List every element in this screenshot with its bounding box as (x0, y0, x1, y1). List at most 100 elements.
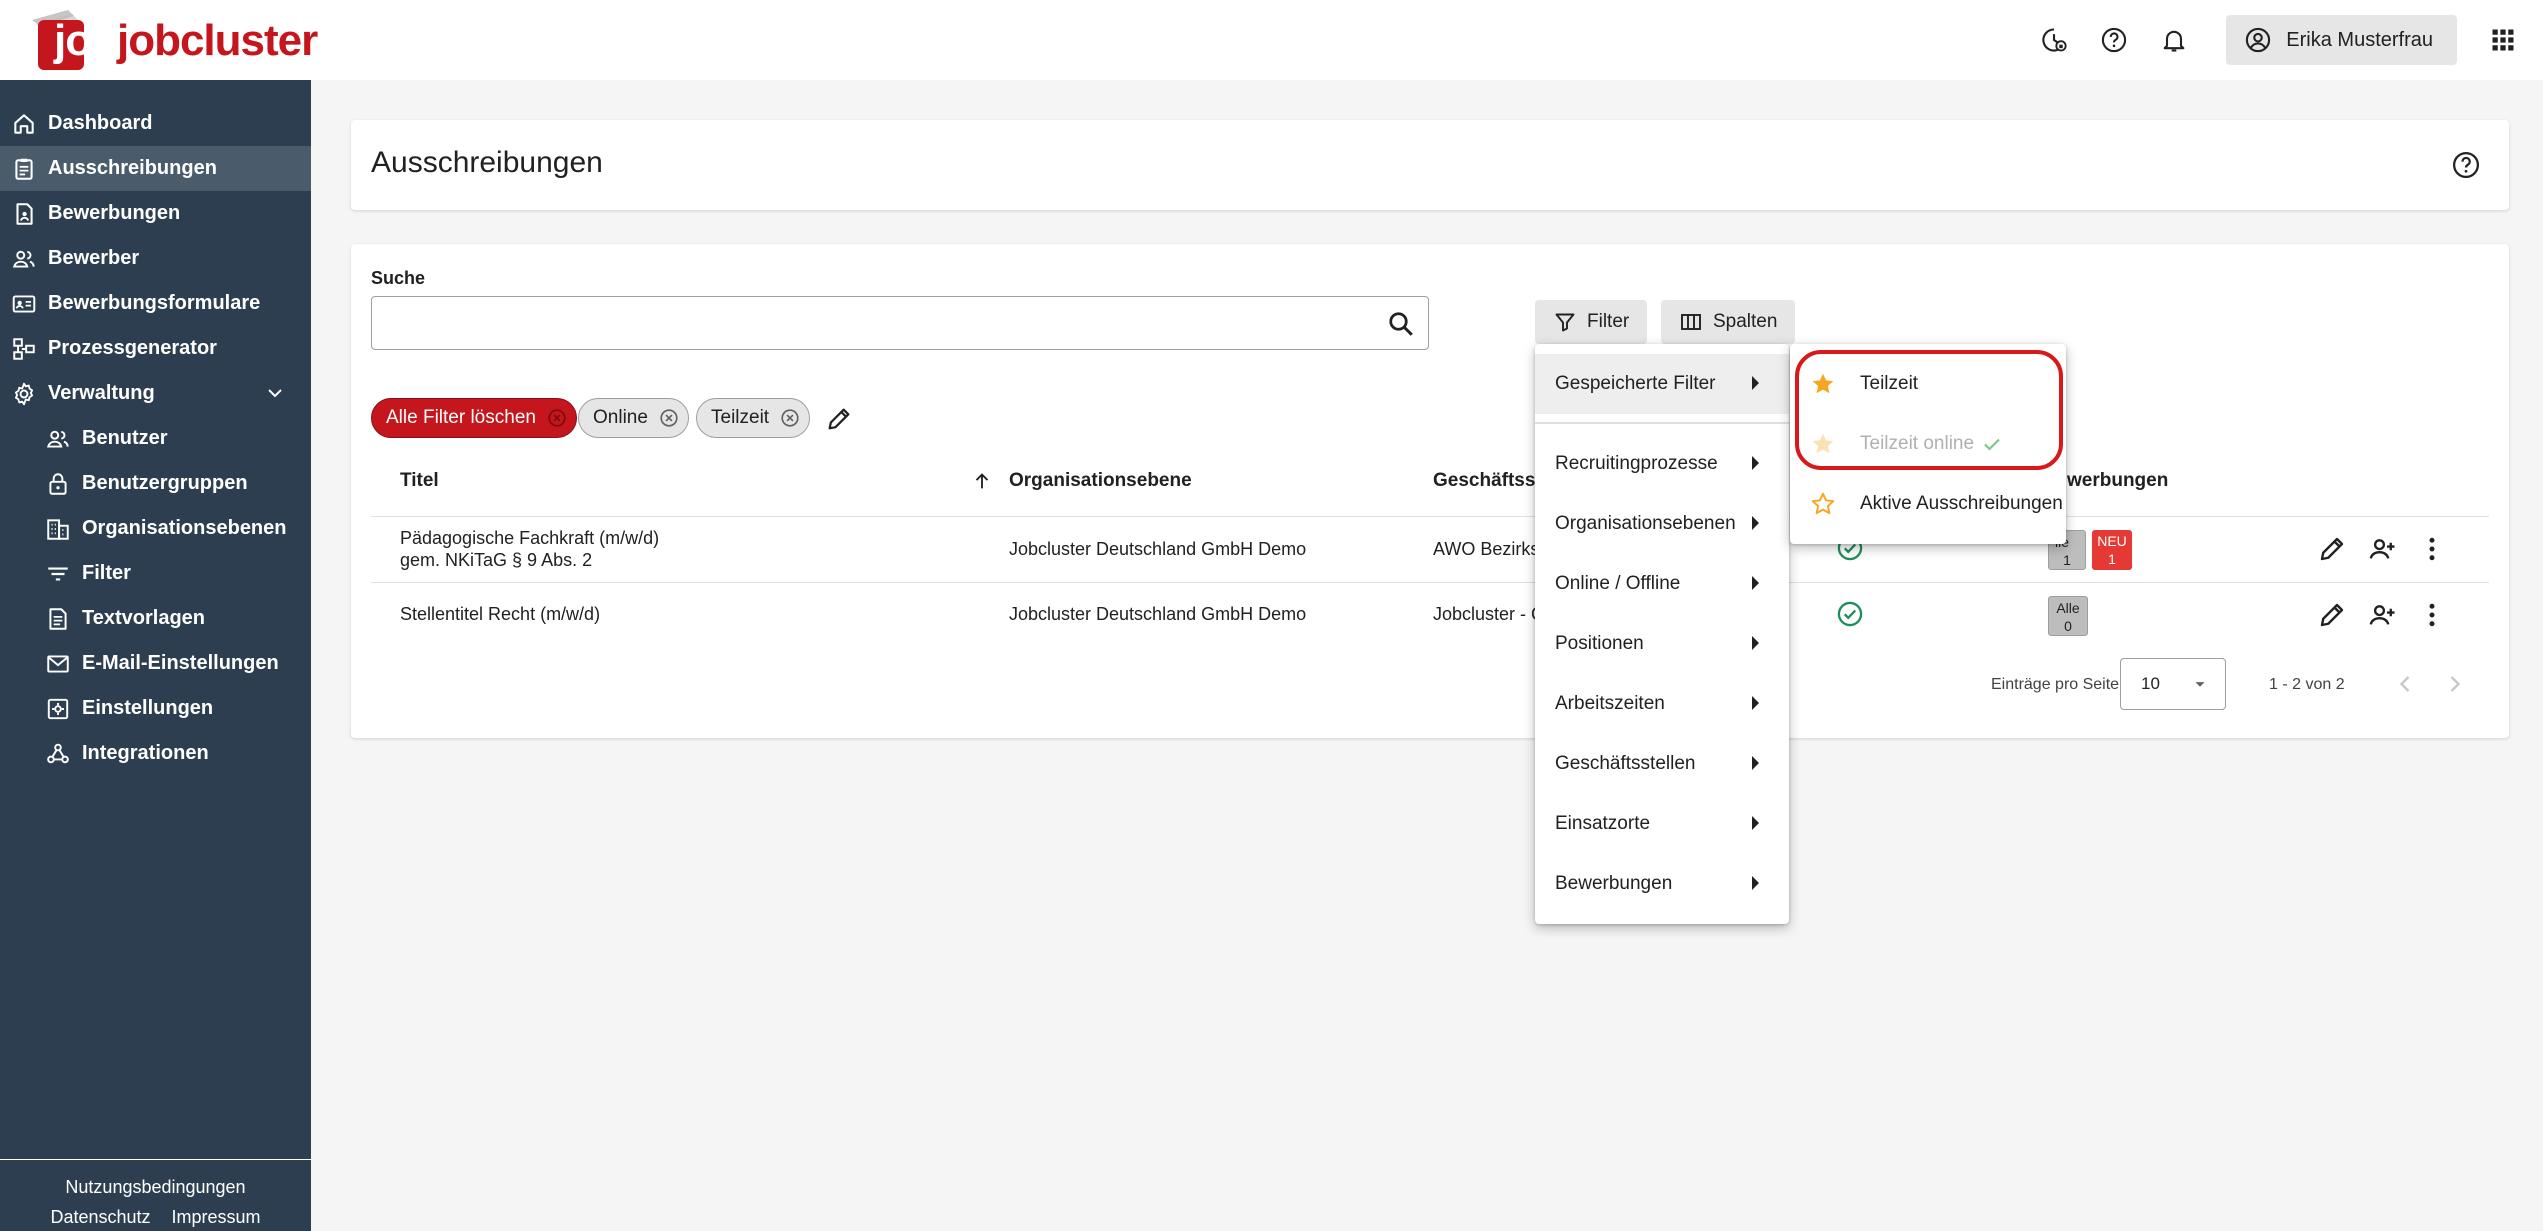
filter-chip-online[interactable]: Online (578, 398, 689, 438)
logo-job-text: job (54, 16, 118, 65)
sidebar-item-verwaltung[interactable]: Verwaltung (0, 371, 311, 416)
sidebar-item-bewerbungsformulare[interactable]: Bewerbungsformulare (0, 281, 311, 326)
column-header-org[interactable]: Organisationsebene (1009, 470, 1192, 492)
search-input[interactable] (372, 297, 1352, 347)
sidebar-item-label: Bewerbungsformulare (48, 292, 261, 314)
filter-chip-teilzeit[interactable]: Teilzeit (696, 398, 811, 438)
sidebar-item-label: Verwaltung (48, 382, 155, 404)
close-circle-icon[interactable] (546, 407, 568, 429)
divider (371, 516, 2489, 517)
saved-filter-aktive-ausschreibungen[interactable]: Aktive Ausschreibungen (1790, 474, 2066, 534)
column-header-title[interactable]: Titel (400, 470, 439, 492)
submenu-arrow-icon (1752, 516, 1759, 530)
chip-label: Online (593, 407, 648, 428)
sidebar-item-dashboard[interactable]: Dashboard (0, 101, 311, 146)
menu-item-recruitingprozesse[interactable]: Recruitingprozesse (1535, 434, 1789, 494)
users-icon (44, 425, 72, 453)
menu-item-bewerbungen[interactable]: Bewerbungen (1535, 854, 1789, 914)
job-title-line2: gem. NKiTaG § 9 Abs. 2 (400, 550, 593, 570)
filter-button[interactable]: Filter (1535, 300, 1648, 344)
submenu-arrow-icon (1752, 876, 1759, 890)
terms-link[interactable]: Nutzungsbedingungen (65, 1177, 245, 1197)
menu-item-geschaeftsstellen[interactable]: Geschäftsstellen (1535, 734, 1789, 794)
saved-filters-menu: Teilzeit Teilzeit online Aktive Ausschre… (1790, 344, 2066, 544)
imprint-link[interactable]: Impressum (172, 1207, 261, 1227)
top-bar: job jobcluster Erika Musterfrau (0, 0, 2543, 80)
user-menu-button[interactable]: Erika Musterfrau (2226, 15, 2457, 65)
applications-new-badge[interactable]: NEU 1 (2092, 530, 2132, 570)
pagination-range: 1 - 2 von 2 (2269, 676, 2345, 693)
pencil-icon[interactable] (825, 405, 853, 433)
filter-button-label: Filter (1587, 311, 1630, 332)
search-field (371, 296, 1429, 350)
sidebar-item-label: Prozessgenerator (48, 337, 217, 359)
applications-all-badge[interactable]: Alle 0 (2048, 596, 2088, 636)
sidebar-item-filter[interactable]: Filter (0, 551, 311, 596)
sidebar-item-benutzergruppen[interactable]: Benutzergruppen (0, 461, 311, 506)
menu-item-organisationsebenen[interactable]: Organisationsebenen (1535, 494, 1789, 554)
logo-wordmark: job jobcluster (54, 16, 318, 66)
close-circle-icon[interactable] (779, 407, 801, 429)
sidebar-item-benutzer[interactable]: Benutzer (0, 416, 311, 461)
home-icon (10, 110, 38, 138)
job-org: Jobcluster Deutschland GmbH Demo (1009, 539, 1307, 559)
sidebar-item-textvorlagen[interactable]: Textvorlagen (0, 596, 311, 641)
person-add-icon[interactable] (2367, 600, 2397, 630)
sidebar-item-label: Benutzergruppen (82, 472, 248, 494)
help-circle-icon[interactable] (2451, 150, 2481, 180)
column-header-office[interactable]: Geschäftsst (1433, 470, 1542, 492)
job-office: AWO Bezirksv (1433, 539, 1549, 559)
sidebar: Dashboard Ausschreibungen Bewerbungen Be… (0, 80, 311, 1231)
bell-icon[interactable] (2152, 18, 2196, 62)
pencil-icon[interactable] (2317, 600, 2347, 630)
saved-filter-teilzeit-online[interactable]: Teilzeit online (1790, 414, 2066, 474)
close-circle-icon[interactable] (658, 407, 680, 429)
menu-item-arbeitszeiten[interactable]: Arbeitszeiten (1535, 674, 1789, 734)
sidebar-item-bewerber[interactable]: Bewerber (0, 236, 311, 281)
filter-menu: Gespeicherte Filter Recruitingprozesse O… (1535, 344, 1789, 924)
check-circle-icon (1837, 601, 1863, 627)
menu-item-positionen[interactable]: Positionen (1535, 614, 1789, 674)
filter-lines-icon (44, 560, 72, 588)
person-add-icon[interactable] (2367, 534, 2397, 564)
menu-item-online-offline[interactable]: Online / Offline (1535, 554, 1789, 614)
submenu-arrow-icon (1752, 576, 1759, 590)
per-page-select[interactable]: 10 (2120, 658, 2226, 710)
menu-item-saved-filters[interactable]: Gespeicherte Filter (1535, 354, 1789, 414)
sidebar-item-bewerbungen[interactable]: Bewerbungen (0, 191, 311, 236)
sidebar-item-label: Bewerber (48, 247, 140, 269)
chevron-left-icon[interactable] (2391, 670, 2419, 698)
columns-button[interactable]: Spalten (1661, 300, 1796, 344)
sidebar-item-einstellungen[interactable]: Einstellungen (0, 686, 311, 731)
sidebar-item-label: Bewerbungen (48, 202, 181, 224)
sidebar-item-ausschreibungen[interactable]: Ausschreibungen (0, 146, 311, 191)
column-header-applications[interactable]: werbungen (2067, 470, 2168, 492)
app-logo[interactable]: job jobcluster (28, 6, 328, 72)
sidebar-item-email-einstellungen[interactable]: E-Mail-Einstellungen (0, 641, 311, 686)
sidebar-item-organisationsebenen[interactable]: Organisationsebenen (0, 506, 311, 551)
clear-all-filters-chip[interactable]: Alle Filter löschen (371, 398, 577, 438)
check-icon (1984, 438, 2000, 451)
webhook-icon (44, 740, 72, 768)
sidebar-item-label: Organisationsebenen (82, 517, 287, 539)
privacy-link[interactable]: Datenschutz (50, 1207, 150, 1227)
columns-icon (1681, 314, 1701, 330)
pencil-icon[interactable] (2317, 534, 2347, 564)
divider (371, 582, 2489, 583)
search-icon[interactable] (1386, 309, 1416, 339)
saved-filter-teilzeit[interactable]: Teilzeit (1790, 354, 2066, 414)
settings-box-icon (44, 695, 72, 723)
menu-item-einsatzorte[interactable]: Einsatzorte (1535, 794, 1789, 854)
more-vertical-icon[interactable] (2417, 600, 2447, 630)
clock-security-icon[interactable] (2032, 18, 2076, 62)
sidebar-item-integrationen[interactable]: Integrationen (0, 731, 311, 776)
sidebar-item-label: Ausschreibungen (48, 157, 217, 179)
chevron-right-icon[interactable] (2441, 670, 2469, 698)
apps-grid-icon[interactable] (2483, 20, 2523, 60)
help-circle-icon[interactable] (2092, 18, 2136, 62)
sidebar-item-prozessgenerator[interactable]: Prozessgenerator (0, 326, 311, 371)
filter-funnel-icon (1555, 313, 1575, 332)
arrow-up-icon[interactable] (971, 470, 993, 492)
star-filled-icon (1812, 433, 1834, 454)
more-vertical-icon[interactable] (2417, 534, 2447, 564)
